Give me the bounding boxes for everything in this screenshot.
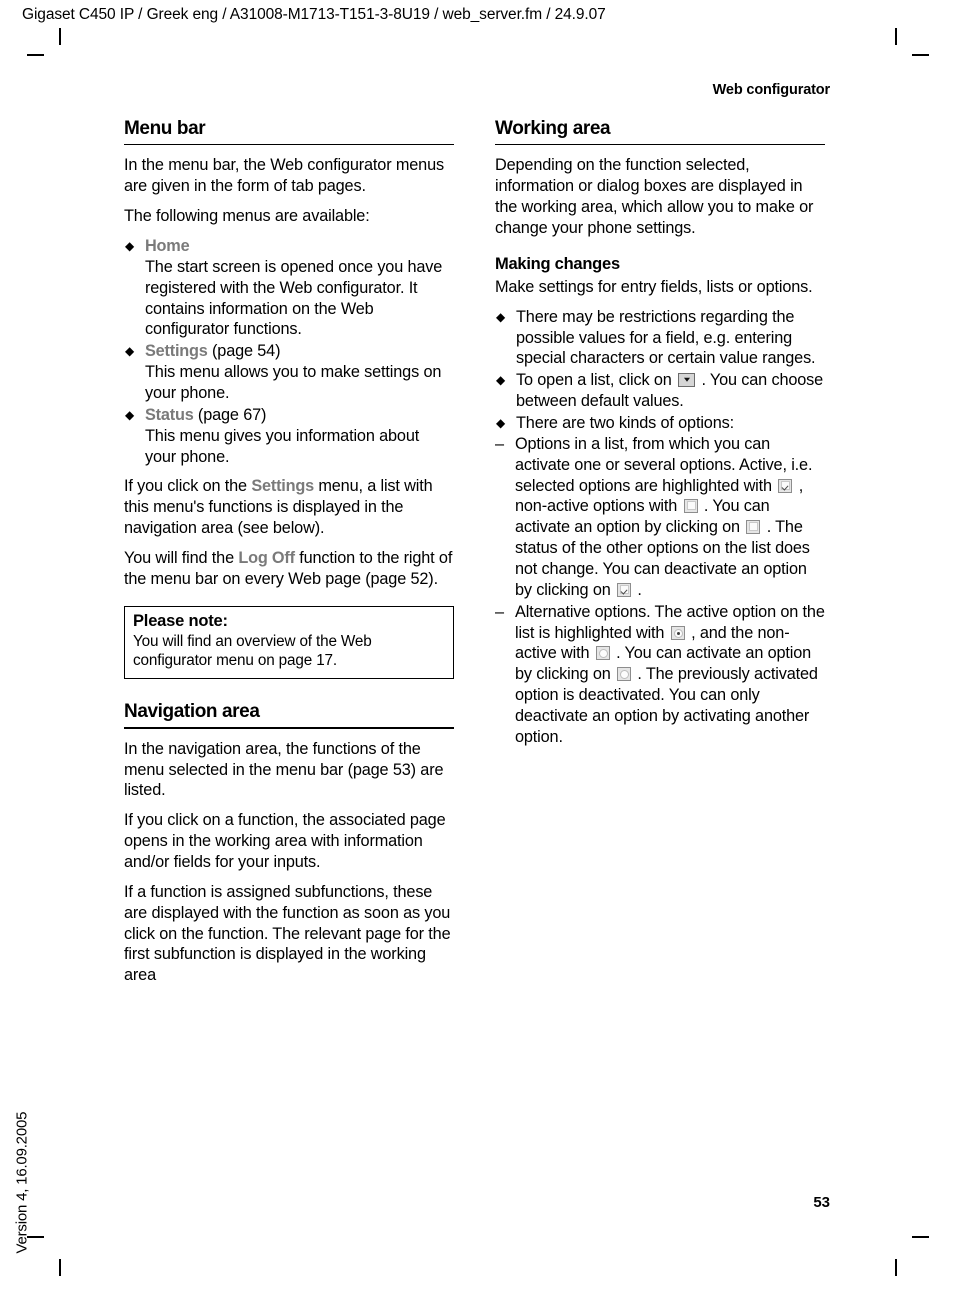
menu-list: ◆ Home: [124, 236, 454, 257]
bullet-diamond-icon: ◆: [125, 239, 135, 254]
paragraph-settings-menu: If you click on the Settings menu, a lis…: [124, 476, 454, 539]
please-note-text: You will find an overview of the Web con…: [133, 632, 372, 670]
checkbox-checked-icon[interactable]: [778, 478, 793, 493]
list-item-two-kinds-text: There are two kinds of options:: [516, 414, 734, 433]
crop-mark-bottom-right-horizontal: [912, 1236, 929, 1238]
inline-term-log-off[interactable]: Log Off: [238, 549, 295, 567]
list-item-home: ◆ Home: [124, 236, 454, 257]
making-changes-bullet-list: ◆ There may be restrictions regarding th…: [495, 307, 825, 434]
bullet-diamond-icon: ◆: [496, 309, 506, 324]
heading-menu-bar: Menu bar: [124, 118, 206, 139]
dash-marker-icon: –: [495, 434, 504, 453]
navigation-paragraph-2: If you click on a function, the associat…: [124, 811, 446, 872]
heading-rule-working-area: [495, 143, 825, 146]
running-head: Web configurator: [712, 82, 831, 98]
please-note-box: Please note: You will find an overview o…: [124, 605, 454, 680]
paragraph-log-off-part-a: You will find the: [124, 549, 239, 568]
heading-rule-menu-bar: [124, 143, 454, 146]
list-item-restrictions-text: There may be restrictions regarding the …: [516, 307, 816, 368]
list-item-settings: ◆ Settings (page 54): [124, 341, 454, 362]
crop-mark-top-left-horizontal: [27, 54, 44, 56]
menu-list-settings: ◆ Settings (page 54): [124, 341, 454, 362]
radio-unselected-icon[interactable]: [617, 667, 632, 682]
paragraph-settings-menu-part-a: If you click on the: [124, 477, 252, 496]
checkbox-checked-icon[interactable]: [617, 582, 632, 597]
checkbox-unchecked-icon[interactable]: [746, 520, 761, 535]
radio-unselected-icon[interactable]: [595, 646, 610, 661]
dash-marker-icon: –: [495, 602, 504, 621]
menu-description-status: This menu gives you information about yo…: [145, 426, 420, 466]
right-column: Working area Depending on the function s…: [495, 118, 825, 748]
bullet-diamond-icon: ◆: [496, 373, 506, 388]
bullet-diamond-icon: ◆: [125, 344, 135, 359]
menu-description-home: The start screen is opened once you have…: [145, 257, 443, 339]
menu-bar-intro-paragraph: In the menu bar, the Web configurator me…: [124, 156, 444, 196]
list-item-alternative-options: – Alternative options. The active option…: [495, 602, 825, 748]
inline-term-settings[interactable]: Settings: [251, 477, 314, 495]
list-item-restrictions: ◆ There may be restrictions regarding th…: [495, 307, 825, 370]
navigation-paragraph-1: In the navigation area, the functions of…: [124, 739, 444, 800]
options-in-list-seg-a: Options in a list, from which you can ac…: [515, 434, 813, 495]
checkbox-unchecked-icon[interactable]: [683, 499, 698, 514]
crop-mark-top-right-horizontal: [912, 54, 929, 56]
menu-list-status: ◆ Status (page 67): [124, 405, 454, 426]
crop-mark-bottom-left-vertical: [59, 1259, 61, 1276]
menu-description-settings: This menu allows you to make settings on…: [145, 363, 442, 403]
option-kinds-sublist: – Options in a list, from which you can …: [495, 434, 825, 748]
bullet-diamond-icon: ◆: [125, 407, 135, 422]
dropdown-arrow-icon[interactable]: [678, 373, 696, 388]
options-in-list-seg-e: .: [637, 580, 642, 599]
left-column: Menu bar In the menu bar, the Web config…: [124, 118, 454, 995]
heading-navigation-area: Navigation area: [124, 701, 260, 723]
menu-term-status-suffix: (page 67): [193, 405, 267, 424]
list-item-options-in-list: – Options in a list, from which you can …: [495, 434, 825, 601]
making-changes-intro-paragraph: Make settings for entry fields, lists or…: [495, 277, 813, 296]
document-slug-line: Gigaset C450 IP / Greek eng / A31008-M17…: [22, 6, 606, 23]
working-area-intro-paragraph: Depending on the function selected, info…: [495, 156, 814, 238]
version-footer-text: Version 4, 16.09.2005: [13, 1111, 31, 1254]
menu-term-settings-suffix: (page 54): [207, 342, 281, 361]
please-note-title: Please note:: [133, 611, 228, 630]
heading-making-changes: Making changes: [495, 254, 620, 273]
paragraph-log-off: You will find the Log Off function to th…: [124, 548, 454, 590]
menu-term-settings[interactable]: Settings: [145, 342, 208, 360]
bullet-diamond-icon: ◆: [496, 416, 506, 431]
radio-selected-icon[interactable]: [670, 625, 685, 640]
menu-term-home[interactable]: Home: [145, 237, 190, 255]
crop-mark-bottom-right-vertical: [895, 1259, 897, 1276]
heading-rule-navigation-area: [124, 727, 454, 729]
crop-mark-top-right-vertical: [895, 28, 897, 45]
navigation-paragraph-3: If a function is assigned subfunctions, …: [124, 882, 451, 985]
page-number: 53: [813, 1194, 830, 1211]
menu-term-status[interactable]: Status: [145, 406, 194, 424]
list-item-status: ◆ Status (page 67): [124, 405, 454, 426]
list-item-open-list: ◆ To open a list, click on . You can cho…: [495, 370, 825, 412]
heading-working-area: Working area: [495, 118, 611, 139]
crop-mark-top-left-vertical: [59, 28, 61, 45]
list-item-open-list-text-a: To open a list, click on: [516, 371, 672, 390]
list-item-two-kinds: ◆ There are two kinds of options:: [495, 413, 825, 434]
menu-bar-lead-paragraph: The following menus are available:: [124, 207, 370, 226]
